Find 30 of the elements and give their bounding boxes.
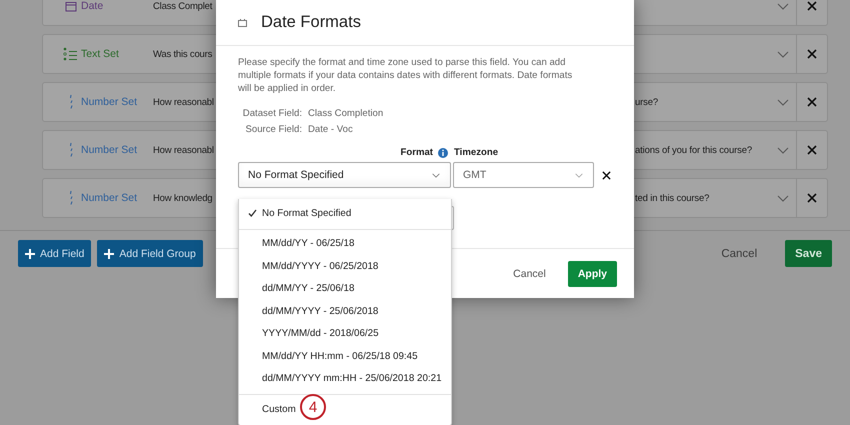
timezone-label: Timezone [454, 147, 500, 158]
option-label: YYYY/MM/dd - 2018/06/25 [262, 328, 379, 340]
field-type: Date [81, 0, 104, 12]
description-text: Please specify the format and time zone used to parse this field. You can add multiple formats if your data contains dates with different formats. Date formats will be applied in order. [238, 56, 574, 95]
option-label: MM/dd/YYYY - 06/25/2018 [262, 260, 378, 272]
question-text: Was this cours [153, 48, 214, 60]
field-type: Number Set [81, 192, 138, 204]
question-text: ations of you for this course? [635, 144, 753, 156]
info-value: Class Completion [308, 108, 384, 119]
field-type: Number Set [81, 96, 138, 108]
question-text: ted in this course? [635, 192, 710, 204]
info-label: Source Field: [244, 124, 302, 135]
dialog-title: Date Formats [261, 13, 361, 32]
question-text: How reasonabl [153, 96, 215, 108]
question-text: Class Complet [153, 0, 214, 12]
info-label: Dataset Field: [242, 108, 302, 119]
question-text: How reasonabl [153, 144, 215, 156]
info-value: Date - Voc [308, 124, 354, 135]
format-label: Format [400, 147, 433, 158]
option-label: dd/MM/YYYY - 25/06/2018 [262, 306, 378, 317]
field-type: Number Set [81, 144, 138, 156]
option-label: MM/dd/YY - 06/25/18 [262, 238, 354, 250]
option-label: MM/dd/YY HH:mm - 06/25/18 09:45 [262, 350, 418, 362]
question-text: urse? [635, 96, 660, 108]
option-label: No Format Specified [262, 208, 352, 219]
question-text: How knowledg [153, 192, 214, 204]
field-type: Text Set [81, 48, 120, 60]
option-label: Custom [262, 404, 296, 415]
option-label: dd/MM/YY - 25/06/18 [262, 283, 354, 294]
option-label: dd/MM/YYYY mm:HH - 25/06/2018 20:21 [262, 373, 442, 384]
